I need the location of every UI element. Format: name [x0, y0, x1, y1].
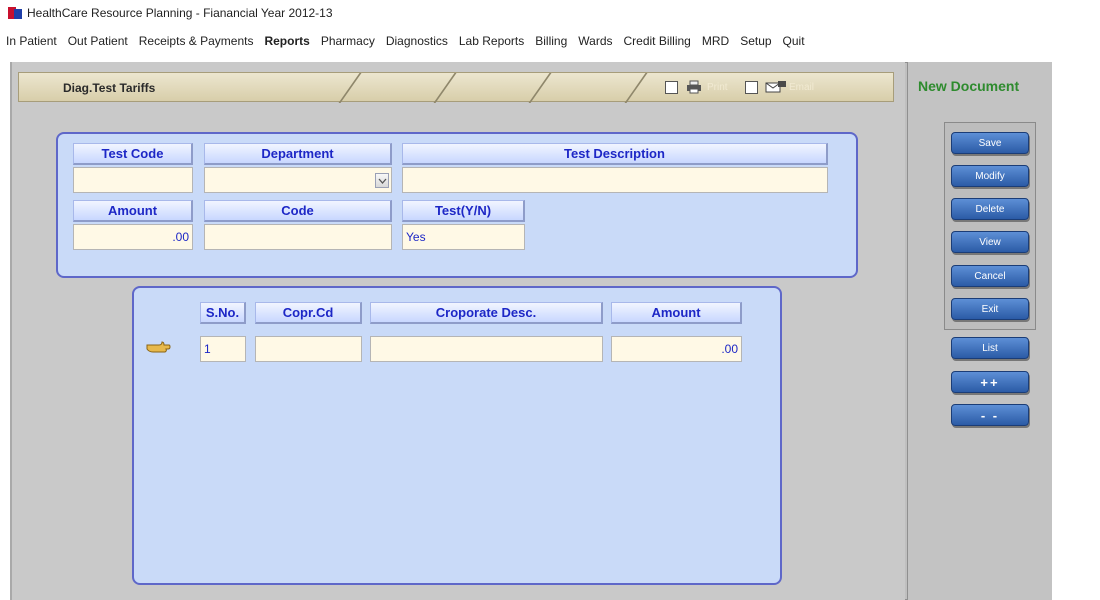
menu-item-wards[interactable]: Wards [578, 34, 612, 48]
view-button[interactable]: View [951, 231, 1029, 253]
grid-cell-copr-cd[interactable] [255, 336, 362, 362]
test-description-field[interactable] [402, 167, 828, 193]
header-divider [338, 73, 362, 103]
menu-item-reports[interactable]: Reports [264, 34, 309, 48]
remove-row-button[interactable]: - - [951, 404, 1029, 426]
menu-item-pharmacy[interactable]: Pharmacy [321, 34, 375, 48]
modify-button[interactable]: Modify [951, 165, 1029, 187]
chevron-down-icon[interactable] [375, 173, 389, 188]
document-header: Diag.Test Tariffs Print Email [18, 72, 894, 103]
email-label[interactable]: Email [789, 82, 814, 93]
menu-item-setup[interactable]: Setup [740, 34, 771, 48]
menu-item-mrd[interactable]: MRD [702, 34, 729, 48]
menu-item-out-patient[interactable]: Out Patient [68, 34, 128, 48]
list-button[interactable]: List [951, 337, 1029, 359]
save-button[interactable]: Save [951, 132, 1029, 154]
print-checkbox[interactable] [665, 81, 678, 94]
email-icon[interactable] [765, 80, 786, 94]
header-divider [433, 73, 457, 103]
menu-item-diagnostics[interactable]: Diagnostics [386, 34, 448, 48]
document-status: New Document [918, 78, 1020, 94]
app-icon [8, 7, 22, 19]
test-yn-field[interactable]: Yes [402, 224, 525, 250]
window-title-bar: HealthCare Resource Planning - Fianancia… [0, 0, 1100, 26]
test-description-label: Test Description [402, 143, 828, 165]
grid-cell-corporate-desc[interactable] [370, 336, 603, 362]
department-select[interactable] [204, 167, 392, 193]
grid-header-corporate-desc: Croporate Desc. [370, 302, 603, 324]
test-code-label: Test Code [73, 143, 193, 165]
add-row-button[interactable]: ++ [951, 371, 1029, 393]
delete-button[interactable]: Delete [951, 198, 1029, 220]
header-divider [624, 73, 648, 103]
window-title: HealthCare Resource Planning - Fianancia… [27, 6, 333, 20]
menu-item-billing[interactable]: Billing [535, 34, 567, 48]
header-divider [528, 73, 552, 103]
document-title: Diag.Test Tariffs [63, 81, 156, 95]
amount-label: Amount [73, 200, 193, 222]
email-checkbox[interactable] [745, 81, 758, 94]
grid-cell-sno[interactable]: 1 [200, 336, 246, 362]
grid-cell-amount[interactable]: .00 [611, 336, 742, 362]
printer-icon[interactable] [685, 80, 703, 94]
pointing-hand-icon [145, 337, 171, 360]
grid-header-sno: S.No. [200, 302, 246, 324]
corporate-tariff-grid [132, 286, 782, 585]
grid-header-amount: Amount [611, 302, 742, 324]
test-yn-label: Test(Y/N) [402, 200, 525, 222]
menu-bar: In Patient Out Patient Receipts & Paymen… [0, 28, 1100, 54]
menu-item-in-patient[interactable]: In Patient [6, 34, 57, 48]
code-field[interactable] [204, 224, 392, 250]
exit-button[interactable]: Exit [951, 298, 1029, 320]
department-label: Department [204, 143, 392, 165]
cancel-button[interactable]: Cancel [951, 265, 1029, 287]
menu-item-credit-billing[interactable]: Credit Billing [624, 34, 691, 48]
menu-item-lab-reports[interactable]: Lab Reports [459, 34, 524, 48]
menu-item-receipts-payments[interactable]: Receipts & Payments [139, 34, 254, 48]
code-label: Code [204, 200, 392, 222]
test-code-field[interactable] [73, 167, 193, 193]
amount-field[interactable]: .00 [73, 224, 193, 250]
print-label[interactable]: Print [707, 82, 728, 93]
grid-header-copr-cd: Copr.Cd [255, 302, 362, 324]
menu-item-quit[interactable]: Quit [783, 34, 805, 48]
